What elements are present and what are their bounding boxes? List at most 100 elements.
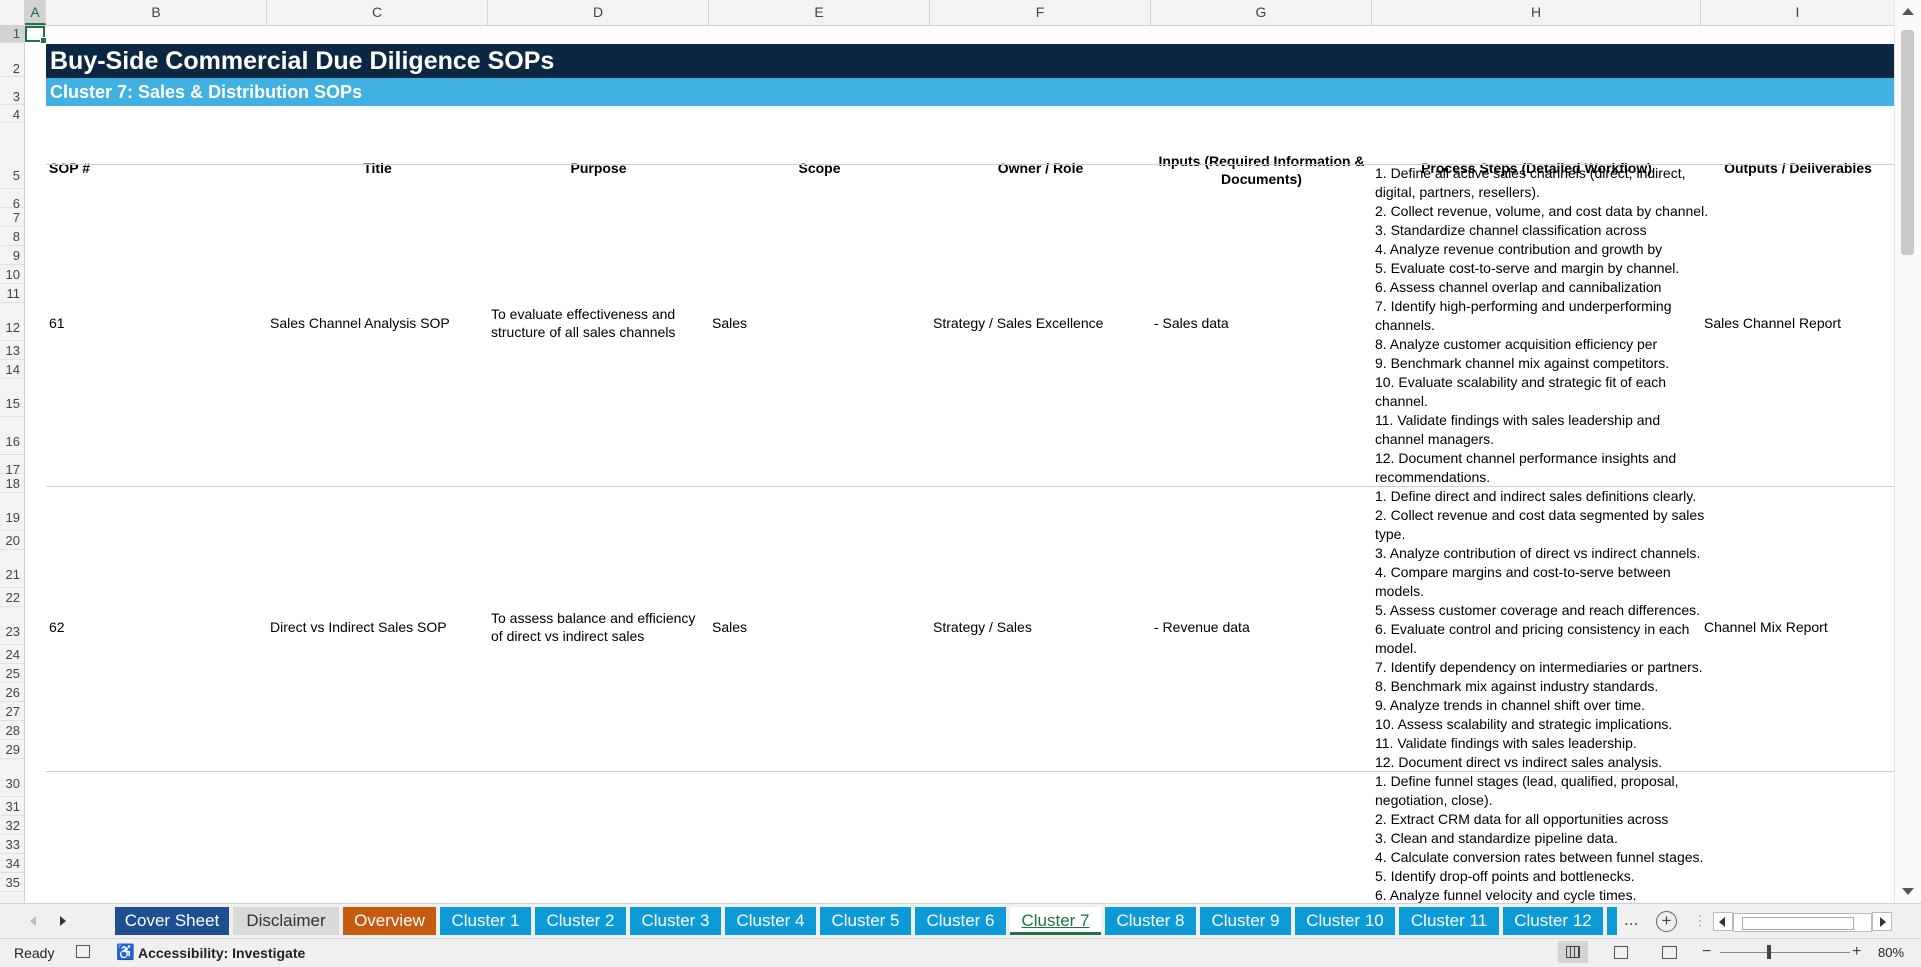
row-header[interactable]: 32 <box>0 816 24 835</box>
sop-title-cell[interactable]: Direct vs Indirect Sales SOP <box>270 618 447 636</box>
tab-cluster-12[interactable]: Cluster 12 <box>1503 907 1603 935</box>
row-header[interactable]: 34 <box>0 854 24 873</box>
column-header-c[interactable]: C <box>267 0 488 25</box>
tab-cover-sheet[interactable]: Cover Sheet <box>115 907 229 935</box>
row-header[interactable]: 10 <box>0 265 24 284</box>
sop-outputs-cell[interactable]: Sales Channel Report <box>1704 314 1841 332</box>
tab-cluster-8[interactable]: Cluster 8 <box>1105 907 1196 935</box>
tab-cluster-3[interactable]: Cluster 3 <box>630 907 721 935</box>
tab-cluster-7[interactable]: Cluster 7 <box>1010 907 1101 935</box>
sop-outputs-cell[interactable]: Channel Mix Report <box>1704 618 1828 636</box>
zoom-level[interactable]: 80% <box>1878 945 1904 960</box>
tab-cluster-9[interactable]: Cluster 9 <box>1200 907 1291 935</box>
sop-title-cell[interactable]: Sales Channel Analysis SOP <box>270 314 450 332</box>
row-header[interactable]: 27 <box>0 702 24 721</box>
column-header-f[interactable]: F <box>930 0 1151 25</box>
more-tabs-ellipsis[interactable]: ... <box>1624 910 1638 930</box>
macro-recorder-icon[interactable] <box>76 945 90 958</box>
sop-number-cell[interactable]: 61 <box>49 314 65 332</box>
row-header[interactable]: 2 <box>0 43 24 77</box>
row-header[interactable]: 11 <box>0 284 24 303</box>
column-header-g[interactable]: G <box>1151 0 1372 25</box>
zoom-in-icon[interactable]: + <box>1852 943 1861 961</box>
accessibility-icon[interactable]: ♿ <box>116 943 135 961</box>
row-header[interactable]: 30 <box>0 759 24 797</box>
sop-scope-cell[interactable]: Sales <box>712 314 747 332</box>
sop-number-cell[interactable]: 62 <box>49 618 65 636</box>
column-header-d[interactable]: D <box>488 0 709 25</box>
column-header-e[interactable]: E <box>709 0 930 25</box>
zoom-slider-thumb[interactable] <box>1767 945 1771 959</box>
sop-purpose-cell[interactable]: To evaluate effectiveness and structure … <box>491 305 675 341</box>
row-header[interactable]: 22 <box>0 588 24 607</box>
tab-cluster-5[interactable]: Cluster 5 <box>820 907 911 935</box>
horizontal-scrollbar[interactable] <box>1733 913 1872 932</box>
tab-cluster-11[interactable]: Cluster 11 <box>1399 907 1499 935</box>
column-header-b[interactable]: B <box>46 0 267 25</box>
hscroll-left-button[interactable] <box>1713 912 1733 931</box>
tab-cluster-2[interactable]: Cluster 2 <box>535 907 626 935</box>
scroll-up-icon[interactable] <box>1902 8 1914 15</box>
row-header[interactable]: 25 <box>0 664 24 683</box>
row-header[interactable]: 15 <box>0 379 24 417</box>
row-header[interactable]: 9 <box>0 246 24 265</box>
process-steps-cell[interactable]: 1. Define direct and indirect sales defi… <box>1375 487 1704 772</box>
row-header[interactable]: 26 <box>0 683 24 702</box>
row-header[interactable]: 28 <box>0 721 24 740</box>
sop-owner-cell[interactable]: Strategy / Sales <box>933 618 1032 636</box>
tab-overview[interactable]: Overview <box>343 907 436 935</box>
row-header[interactable]: 3 <box>0 77 24 105</box>
normal-view-button[interactable] <box>1558 941 1588 963</box>
tab-partial[interactable] <box>1607 907 1617 935</box>
tab-cluster-4[interactable]: Cluster 4 <box>725 907 816 935</box>
row-header[interactable]: 13 <box>0 341 24 360</box>
row-header[interactable]: 8 <box>0 227 24 246</box>
hscroll-thumb[interactable] <box>1742 917 1854 930</box>
row-header[interactable]: 35 <box>0 873 24 892</box>
row-header[interactable]: 4 <box>0 105 24 123</box>
row-header[interactable]: 18 <box>0 474 24 493</box>
sop-inputs-cell[interactable]: - Revenue data <box>1154 618 1250 636</box>
sop-inputs-cell[interactable]: - Sales data <box>1154 314 1229 332</box>
tab-scroll-left-icon[interactable] <box>30 916 36 926</box>
vertical-scrollbar[interactable] <box>1894 0 1921 903</box>
zoom-out-icon[interactable]: − <box>1702 943 1711 961</box>
row-header[interactable]: 33 <box>0 835 24 854</box>
tab-cluster-10[interactable]: Cluster 10 <box>1295 907 1395 935</box>
column-header-i[interactable]: I <box>1701 0 1895 25</box>
tab-cluster-1[interactable]: Cluster 1 <box>440 907 531 935</box>
column-header-a[interactable]: A <box>25 0 46 25</box>
process-steps-cell[interactable]: 1. Define funnel stages (lead, qualified… <box>1375 772 1703 903</box>
row-header[interactable]: 23 <box>0 607 24 645</box>
row-header[interactable]: 7 <box>0 208 24 227</box>
row-header[interactable]: 6 <box>0 189 24 211</box>
sop-purpose-cell[interactable]: To assess balance and efficiency of dire… <box>491 609 695 645</box>
process-steps-cell[interactable]: 1. Define all active sales channels (dir… <box>1375 164 1708 487</box>
row-header[interactable]: 12 <box>0 303 24 341</box>
select-all-corner[interactable] <box>0 0 25 25</box>
tab-scroll-right-icon[interactable] <box>60 916 66 926</box>
row-header[interactable]: 5 <box>0 123 24 189</box>
row-header[interactable]: 14 <box>0 360 24 379</box>
column-header-h[interactable]: H <box>1372 0 1701 25</box>
row-header[interactable]: 1 <box>0 25 24 43</box>
tab-splitter-icon[interactable]: ⋮ <box>1693 912 1707 929</box>
row-header[interactable]: 17 <box>0 455 24 477</box>
sop-scope-cell[interactable]: Sales <box>712 618 747 636</box>
worksheet-grid[interactable]: Buy-Side Commercial Due Diligence SOPs C… <box>25 26 1895 903</box>
active-cell-a1[interactable] <box>25 26 47 44</box>
row-header[interactable]: 19 <box>0 493 24 531</box>
row-header[interactable]: 24 <box>0 645 24 664</box>
page-break-preview-icon[interactable] <box>1662 946 1677 959</box>
accessibility-status[interactable]: Accessibility: Investigate <box>138 945 305 961</box>
page-layout-icon[interactable] <box>1614 946 1628 959</box>
row-header[interactable]: 20 <box>0 531 24 550</box>
tab-disclaimer[interactable]: Disclaimer <box>233 907 339 935</box>
row-header[interactable]: 16 <box>0 417 24 455</box>
tab-cluster-6[interactable]: Cluster 6 <box>915 907 1006 935</box>
scroll-thumb[interactable] <box>1901 30 1914 255</box>
row-header[interactable]: 21 <box>0 550 24 588</box>
hscroll-right-button[interactable] <box>1872 912 1892 931</box>
scroll-down-icon[interactable] <box>1902 888 1914 895</box>
zoom-slider[interactable] <box>1720 952 1850 953</box>
